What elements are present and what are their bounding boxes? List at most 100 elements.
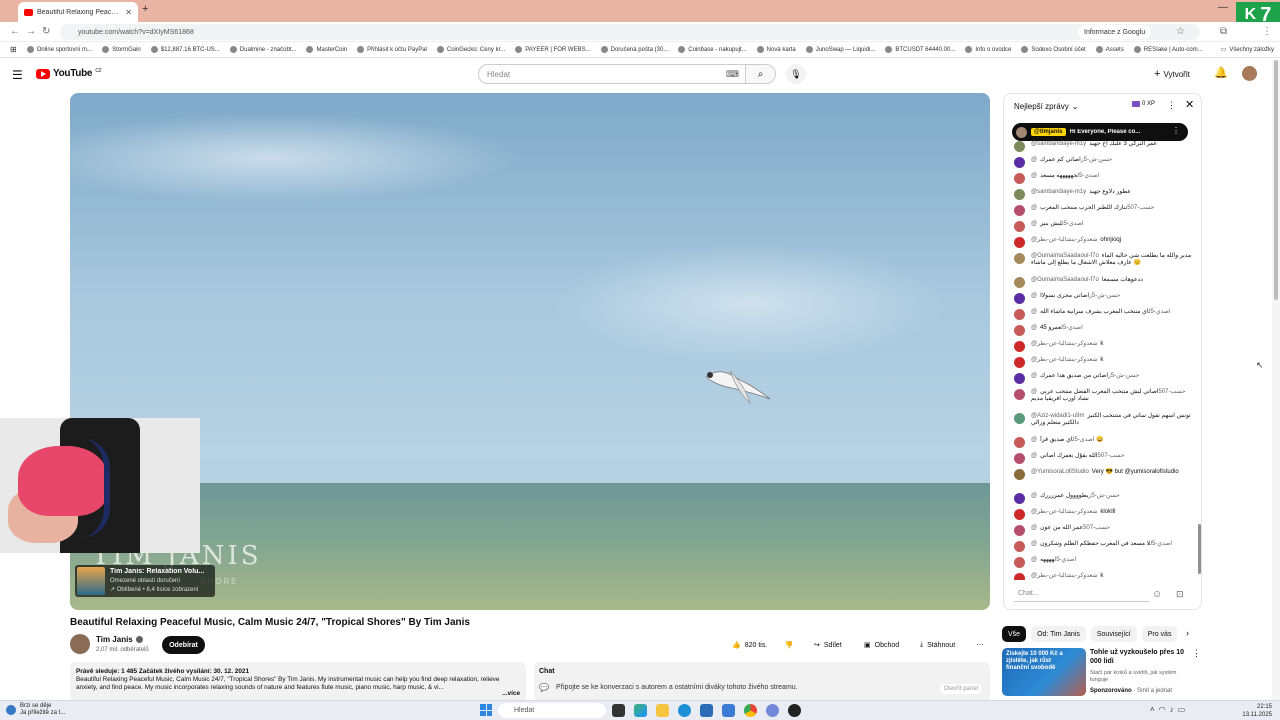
- chip-from-channel[interactable]: Od: Tim Janis: [1031, 626, 1086, 642]
- chat-message[interactable]: @Aziz-widadi1-u9m تونس اسهم تقول ساتي في …: [1014, 412, 1194, 436]
- keyboard-icon[interactable]: ⌨: [726, 69, 739, 80]
- bookmark-item[interactable]: MasterCoin: [306, 46, 347, 53]
- chat-message[interactable]: @sambandiaye-m1y عطور دلاوع جهيد: [1014, 188, 1194, 204]
- emoji-icon[interactable]: ☺: [1152, 589, 1162, 600]
- windows-start-icon[interactable]: [480, 704, 492, 716]
- new-tab-icon[interactable]: +: [142, 3, 148, 15]
- bookmark-item[interactable]: JunoSwap — Liquidi...: [805, 46, 875, 53]
- chat-mode-dropdown[interactable]: Nejlepší zprávy ⌄: [1014, 102, 1078, 111]
- browser-menu-icon[interactable]: ⋮: [1262, 26, 1272, 37]
- ad-title[interactable]: Tohle už vyzkoušelo přes 10 000 lidí: [1090, 648, 1186, 666]
- chip-all[interactable]: Vše: [1002, 626, 1027, 642]
- chip-related[interactable]: Související: [1090, 626, 1137, 642]
- clock[interactable]: 22:15 13.11.2025: [1236, 703, 1272, 719]
- chat-message[interactable]: @شعدوكر-يتشالبا-عن-بطر k: [1014, 356, 1194, 372]
- bookmark-item[interactable]: RESIake | Auto-com...: [1133, 46, 1203, 53]
- battery-icon[interactable]: ▭: [1178, 705, 1186, 714]
- bookmark-item[interactable]: PAYEER | FOR WEBS...: [515, 46, 591, 53]
- search-input[interactable]: Hledat ⌨: [478, 64, 746, 84]
- youtube-logo[interactable]: YouTube CZ: [36, 68, 102, 79]
- apps-icon[interactable]: ⊞: [10, 45, 17, 54]
- chat-more-icon[interactable]: ⋮: [1167, 100, 1176, 111]
- chat-message[interactable]: @اصدي-5للا مسعد في المغرب حفظكم الظلم وش…: [1014, 540, 1194, 556]
- bookmark-item[interactable]: StormGain: [102, 46, 141, 53]
- video-player[interactable]: TIM JANIS SHORE Tim Janis: Relaxation Vo…: [70, 93, 990, 610]
- chat-message[interactable]: @OumaimaSaadaoui-f7o ددعوهات مسمعا: [1014, 276, 1194, 292]
- close-chat-icon[interactable]: ✕: [1185, 98, 1194, 111]
- browser-tab[interactable]: Beautiful Relaxing Peaceful Mu ✕: [18, 2, 138, 22]
- file-explorer-icon[interactable]: [656, 704, 669, 717]
- store-icon[interactable]: [700, 704, 713, 717]
- bookmark-item[interactable]: BTCUSDT 64440.00...: [885, 46, 955, 53]
- task-view-icon[interactable]: [612, 704, 625, 717]
- reload-icon[interactable]: ↻: [42, 26, 50, 37]
- channel-avatar[interactable]: [70, 634, 90, 654]
- bookmark-item[interactable]: Přihlásit k účtu PayPal: [357, 46, 427, 53]
- chat-message[interactable]: @شعدوكر-يتشالبا-عن-بطر k: [1014, 340, 1194, 356]
- chat-message[interactable]: @حسن-ش-5ريطوووول عمررررك: [1014, 492, 1194, 508]
- share-button[interactable]: ↪ Sdílet: [806, 636, 850, 654]
- bookmark-item[interactable]: Coinbase - nakupujt...: [678, 46, 747, 53]
- chat-message[interactable]: @sambandiaye-m1y عمر التركي 3 عليك اخ جهي…: [1014, 140, 1194, 156]
- voice-search-button[interactable]: 🎙: [786, 64, 806, 84]
- download-button[interactable]: ⤓ Stáhnout: [912, 636, 963, 654]
- chevron-up-icon[interactable]: ˄: [1150, 705, 1155, 714]
- super-chat-icon[interactable]: ⊡: [1176, 589, 1184, 600]
- wifi-icon[interactable]: ◠: [1159, 705, 1166, 714]
- bookmark-item[interactable]: Nová karta: [756, 46, 796, 53]
- channel-name[interactable]: Tim Janis: [96, 635, 143, 644]
- menu-icon[interactable]: ☰: [12, 68, 23, 82]
- chat-message[interactable]: @حسن-ش-5راصاتي كم عمرك: [1014, 156, 1194, 172]
- chat-message[interactable]: @حسب-507الله يقوّل بعمرك اصاتي: [1014, 452, 1194, 468]
- chat-message[interactable]: @YumisoraLofiStudio Very 😎 but @yumisoral…: [1014, 468, 1194, 492]
- chat-input[interactable]: Chat...: [1014, 586, 1150, 602]
- subscribe-button[interactable]: Odebírat: [162, 636, 205, 654]
- chat-message[interactable]: @حسن-ش-5راصاتي من صديق هدا عمرك: [1014, 372, 1194, 388]
- close-tab-icon[interactable]: ✕: [125, 8, 132, 17]
- url-field[interactable]: youtube.com/watch?v=dXIyMS61868: [60, 24, 1200, 40]
- chat-xp-badge[interactable]: 0 XP: [1132, 101, 1155, 107]
- bookmark-item[interactable]: Doručená pošta (30...: [600, 46, 668, 53]
- extensions-icon[interactable]: ⧉: [1220, 26, 1227, 37]
- bookmark-item[interactable]: Dualmine - značobt...: [229, 46, 296, 53]
- pinned-more-icon[interactable]: ⋮: [1172, 126, 1180, 135]
- like-button[interactable]: 👍 820 tis.: [724, 636, 776, 654]
- taskbar-search[interactable]: Hledat: [498, 703, 606, 718]
- description-more-link[interactable]: ...více: [498, 690, 520, 698]
- description-box[interactable]: Právě sleduje: 1 485 Začátek živého vysí…: [70, 662, 526, 702]
- chat-scrollbar[interactable]: [1198, 524, 1201, 574]
- all-bookmarks[interactable]: ▭ Všechny záložky: [1221, 46, 1274, 54]
- chat-message[interactable]: @حسب-507عمر الله من عون: [1014, 524, 1194, 540]
- minimize-icon[interactable]: —: [1218, 2, 1228, 13]
- google-info-button[interactable]: Informace z Googlu: [1078, 25, 1152, 39]
- open-chat-panel-button[interactable]: Otevřít panel: [939, 684, 982, 694]
- bookmark-item[interactable]: $12,887.16 BTC-US...: [150, 46, 220, 53]
- product-promo-card[interactable]: Tim Janis: Relaxation Volu... Omezené ob…: [75, 565, 215, 597]
- bookmark-star-icon[interactable]: ☆: [1176, 26, 1185, 37]
- weather-widget[interactable]: Brzi se děje Ja příležitě za t...: [6, 703, 65, 717]
- chat-message[interactable]: @اصدي-5لليش بنيز: [1014, 220, 1194, 236]
- bookmark-item[interactable]: Online sportovní m...: [26, 46, 92, 53]
- volume-icon[interactable]: ♪: [1170, 705, 1174, 714]
- bookmark-item[interactable]: CoinGecko: Ceny kr...: [436, 46, 505, 53]
- back-icon[interactable]: ←: [10, 26, 20, 37]
- chat-message[interactable]: @اصدي-5لعمرو 45: [1014, 324, 1194, 340]
- create-button[interactable]: + Vytvořit: [1154, 66, 1190, 82]
- search-button[interactable]: ⌕: [746, 64, 776, 84]
- chat-message[interactable]: @شعدوكر-يتشالبا-عن-بطر k: [1014, 572, 1194, 580]
- shop-button[interactable]: ▣ Obchod: [856, 636, 907, 654]
- more-actions-button[interactable]: ⋯: [968, 636, 992, 654]
- chat-message[interactable]: @اصدي-5لاي منتخب المغرب يشرف سرانية ماشا…: [1014, 308, 1194, 324]
- chat-message[interactable]: @اصدي-5لجهههههه مسعد: [1014, 172, 1194, 188]
- bookmark-item[interactable]: Sodexo Osobní účet: [1021, 46, 1086, 53]
- mail-icon[interactable]: [722, 704, 735, 717]
- chevron-right-icon[interactable]: ›: [1186, 628, 1189, 638]
- chat-message[interactable]: @اصدي-5لههههه: [1014, 556, 1194, 572]
- edge-icon[interactable]: [678, 704, 691, 717]
- bookmark-item[interactable]: Info o úvodce: [965, 46, 1011, 53]
- page-scrollbar-thumb[interactable]: [1274, 60, 1278, 300]
- chat-message[interactable]: @شعدوكر-يتشالبا-عن-بطر klokIll: [1014, 508, 1194, 524]
- account-avatar[interactable]: [1242, 66, 1257, 81]
- app-icon[interactable]: [788, 704, 801, 717]
- bookmark-item[interactable]: Assets: [1095, 46, 1124, 53]
